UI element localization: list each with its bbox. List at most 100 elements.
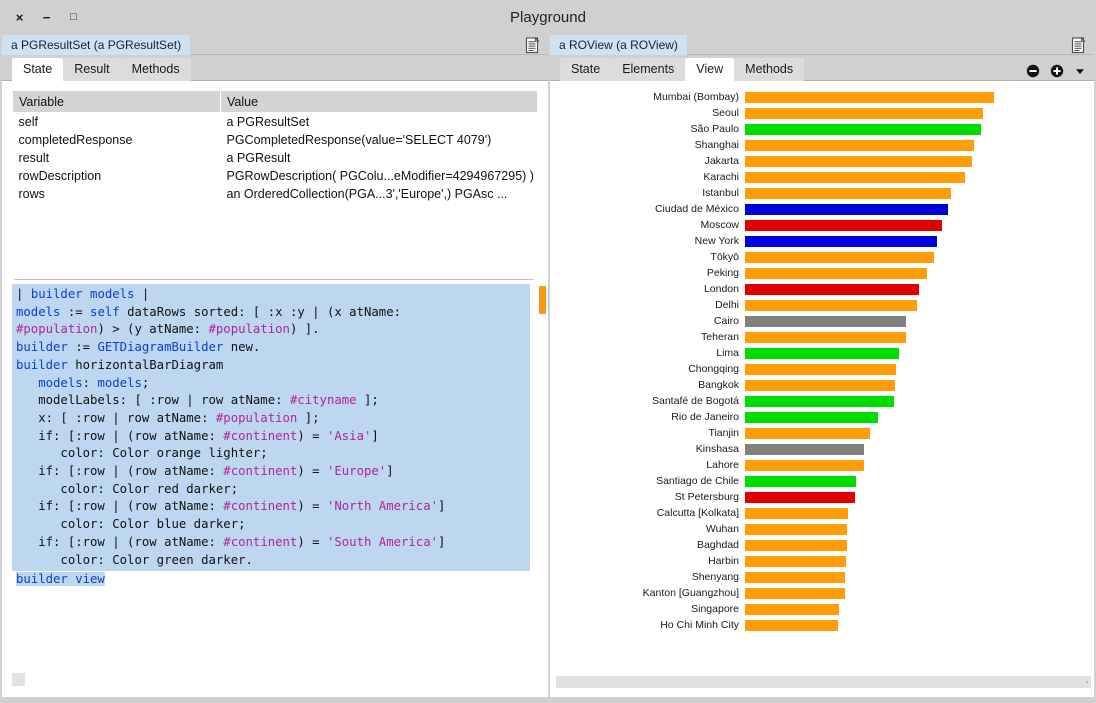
chart-bar-row[interactable]: Calcutta [Kolkata] xyxy=(550,505,1094,521)
chart-bar-row[interactable]: Shanghai xyxy=(550,137,1094,153)
chart-bar[interactable] xyxy=(745,571,845,583)
chart-bar[interactable] xyxy=(745,155,972,167)
chart-bar[interactable] xyxy=(745,411,878,423)
chart-bar[interactable] xyxy=(745,523,847,535)
chart-bar[interactable] xyxy=(745,219,942,231)
chart-bar[interactable] xyxy=(745,251,934,263)
chart-bar-row[interactable]: Ho Chi Minh City xyxy=(550,617,1094,633)
right-object-title[interactable]: a ROView (a ROView) xyxy=(550,35,687,55)
chart-bar-row[interactable]: Moscow xyxy=(550,217,1094,233)
table-row[interactable]: self a PGResultSet xyxy=(13,113,538,132)
table-row[interactable]: result a PGResult xyxy=(13,149,538,167)
chart-bar-row[interactable]: Wuhan xyxy=(550,521,1094,537)
chart-bar[interactable] xyxy=(745,203,948,215)
chart-bar-row[interactable]: Singapore xyxy=(550,601,1094,617)
chart-bar[interactable] xyxy=(745,283,919,295)
chart-bar[interactable] xyxy=(745,299,917,311)
chart-bar[interactable] xyxy=(745,315,906,327)
chart-bar-row[interactable]: Ciudad de México xyxy=(550,201,1094,217)
chart-bar[interactable] xyxy=(745,331,906,343)
chart-bar[interactable] xyxy=(745,347,899,359)
code-text[interactable]: | builder models | models := self dataRo… xyxy=(12,284,530,572)
chart-bar-row[interactable]: São Paulo xyxy=(550,121,1094,137)
chart-bar-row[interactable]: Santiago de Chile xyxy=(550,473,1094,489)
tab-methods[interactable]: Methods xyxy=(734,58,805,81)
dropdown-caret-icon[interactable] xyxy=(1074,65,1086,77)
tab-methods[interactable]: Methods xyxy=(120,58,191,81)
code-last-line[interactable]: builder view xyxy=(12,571,534,589)
tab-view[interactable]: View xyxy=(685,58,735,81)
chart-bar[interactable] xyxy=(745,395,894,407)
chart-bar-row[interactable]: Karachi xyxy=(550,169,1094,185)
document-icon[interactable] xyxy=(525,37,541,54)
chart-bar-row[interactable]: Delhi xyxy=(550,297,1094,313)
chart-bar[interactable] xyxy=(745,555,846,567)
chart-bar-label: Kinshasa xyxy=(695,443,739,455)
chart-bar[interactable] xyxy=(745,491,855,503)
table-row[interactable]: completedResponse PGCompletedResponse(val… xyxy=(13,131,538,149)
tab-state[interactable]: State xyxy=(12,58,64,81)
chart-bar-label: Rio de Janeiro xyxy=(671,411,739,423)
chart-bar[interactable] xyxy=(745,235,937,247)
left-horizontal-scrollbar[interactable] xyxy=(12,673,25,687)
chart-bar[interactable] xyxy=(745,475,856,487)
chart-bar[interactable] xyxy=(745,539,847,551)
chart-bar-row[interactable]: Kinshasa xyxy=(550,441,1094,457)
column-header-value[interactable]: Value xyxy=(220,91,538,113)
chart-bar-row[interactable]: Lima xyxy=(550,345,1094,361)
chart-bar[interactable] xyxy=(745,427,870,439)
chart-bar[interactable] xyxy=(745,187,951,199)
code-editor[interactable]: | builder models | models := self dataRo… xyxy=(2,284,548,662)
chart-bar[interactable] xyxy=(745,267,927,279)
chart-bar[interactable] xyxy=(745,459,864,471)
chart-bar[interactable] xyxy=(745,587,845,599)
column-header-variable[interactable]: Variable xyxy=(12,91,221,113)
chart-bar[interactable] xyxy=(745,443,864,455)
chart-bar[interactable] xyxy=(745,379,895,391)
chart-bar-row[interactable]: Istanbul xyxy=(550,185,1094,201)
chart-bar-row[interactable]: Peking xyxy=(550,265,1094,281)
chart-bar-row[interactable]: Rio de Janeiro xyxy=(550,409,1094,425)
tab-result[interactable]: Result xyxy=(63,58,121,81)
chart-bar[interactable] xyxy=(745,107,983,119)
document-icon[interactable] xyxy=(1071,37,1087,54)
table-row[interactable]: rowDescription PGRowDescription( PGColu..… xyxy=(13,167,538,185)
chart-bar-row[interactable]: New York xyxy=(550,233,1094,249)
chart-bar[interactable] xyxy=(745,123,981,135)
chart-bar-row[interactable]: Cairo xyxy=(550,313,1094,329)
chart-bar-row[interactable]: Tōkyō xyxy=(550,249,1094,265)
chart-bar-row[interactable]: Santafé de Bogotá xyxy=(550,393,1094,409)
chart-bar[interactable] xyxy=(745,619,838,631)
chart-bar-row[interactable]: Baghdad xyxy=(550,537,1094,553)
right-horizontal-scrollbar[interactable] xyxy=(556,676,1091,688)
tab-elements[interactable]: Elements xyxy=(611,58,686,81)
chart-bar[interactable] xyxy=(745,363,896,375)
left-pane-header: a PGResultSet (a PGResultSet) State Resu… xyxy=(2,34,548,81)
chart-bar[interactable] xyxy=(745,603,839,615)
tab-state[interactable]: State xyxy=(560,58,612,81)
chart-bar-row[interactable]: Lahore xyxy=(550,457,1094,473)
chart-bar[interactable] xyxy=(745,171,965,183)
chart-bar-row[interactable]: Teheran xyxy=(550,329,1094,345)
chart-bar-row[interactable]: Seoul xyxy=(550,105,1094,121)
chart-bar[interactable] xyxy=(745,507,848,519)
chart-bar-row[interactable]: Harbin xyxy=(550,553,1094,569)
zoom-out-icon[interactable] xyxy=(1026,64,1040,78)
chart-bar-row[interactable]: Bangkok xyxy=(550,377,1094,393)
chart-bar-row[interactable]: St Petersburg xyxy=(550,489,1094,505)
chart-bar-row[interactable]: Tianjin xyxy=(550,425,1094,441)
zoom-in-icon[interactable] xyxy=(1050,64,1064,78)
pane-splitter[interactable] xyxy=(2,275,548,285)
table-row[interactable]: rows an OrderedCollection(PGA...3','Europ… xyxy=(13,185,538,203)
chart-bar[interactable] xyxy=(745,139,974,151)
chart-bar-label: Calcutta [Kolkata] xyxy=(656,507,739,519)
chart-bar-row[interactable]: Shenyang xyxy=(550,569,1094,585)
chart-bar-row[interactable]: Kanton [Guangzhou] xyxy=(550,585,1094,601)
chart-bar-row[interactable]: Chongqing xyxy=(550,361,1094,377)
left-object-title[interactable]: a PGResultSet (a PGResultSet) xyxy=(2,35,191,55)
chart-bar-row[interactable]: Jakarta xyxy=(550,153,1094,169)
chart-bar-row[interactable]: London xyxy=(550,281,1094,297)
chart-bar-row[interactable]: Mumbai (Bombay) xyxy=(550,89,1094,105)
chart-bar[interactable] xyxy=(745,91,994,103)
code-vertical-scrollbar[interactable] xyxy=(539,286,546,315)
